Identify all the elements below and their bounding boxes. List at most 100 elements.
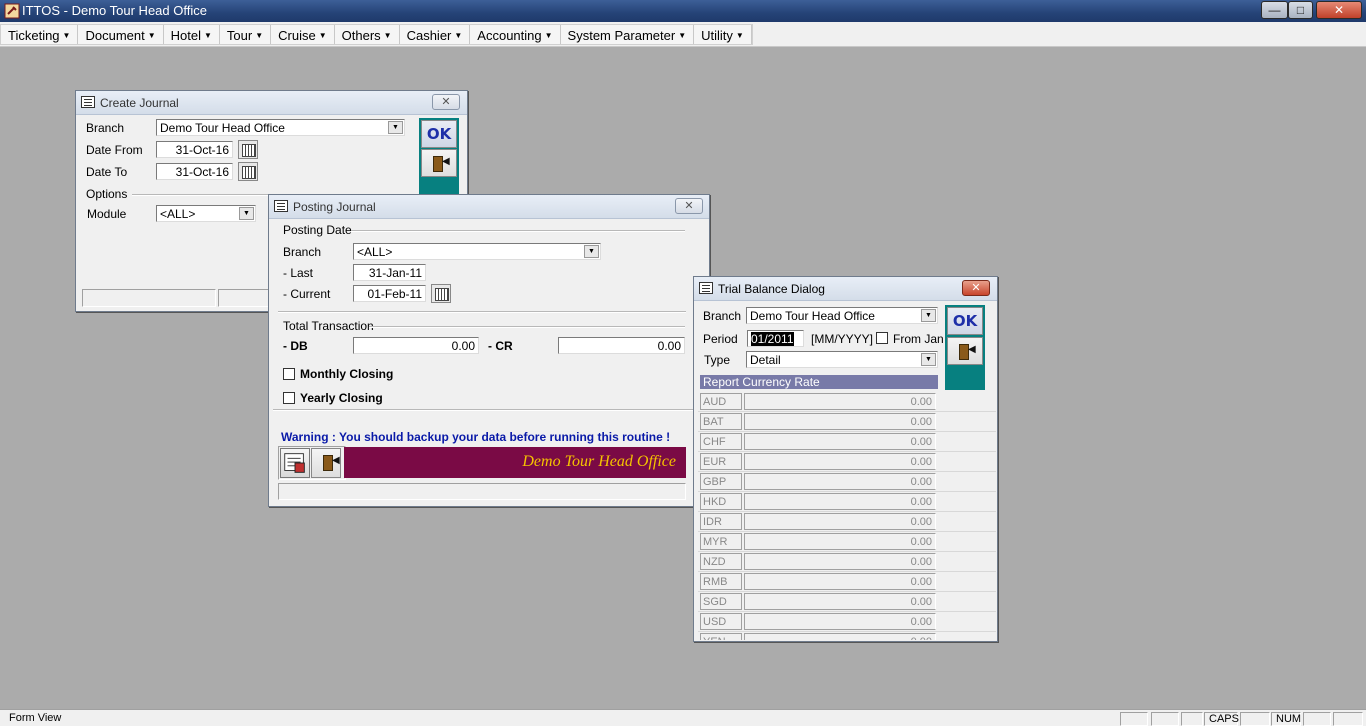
branch-combo[interactable]: Demo Tour Head Office ▼ xyxy=(746,307,938,324)
exit-button[interactable] xyxy=(421,149,457,177)
calendar-icon[interactable] xyxy=(238,162,258,181)
last-date-field[interactable]: 31-Jan-11 xyxy=(353,264,426,281)
options-label: Options xyxy=(86,187,128,201)
exit-button[interactable] xyxy=(947,337,983,365)
currency-rate-value[interactable]: 0.00 xyxy=(744,493,936,510)
currency-rate-row[interactable]: SGD 0.00 xyxy=(698,592,996,612)
cr-amount-field[interactable]: 0.00 xyxy=(558,337,685,354)
menu-item-system-parameter[interactable]: System Parameter ▼ xyxy=(561,25,695,44)
currency-rate-row[interactable]: EUR 0.00 xyxy=(698,452,996,472)
db-amount-field[interactable]: 0.00 xyxy=(353,337,479,354)
chevron-down-icon[interactable]: ▼ xyxy=(388,121,403,134)
branch-value: <ALL> xyxy=(357,245,393,259)
branch-combo[interactable]: <ALL> ▼ xyxy=(353,243,601,260)
currency-rate-value[interactable]: 0.00 xyxy=(744,633,936,640)
posting-journal-titlebar[interactable]: Posting Journal ✕ xyxy=(269,195,709,219)
posting-date-label: Posting Date xyxy=(283,223,352,237)
menu-item-accounting[interactable]: Accounting ▼ xyxy=(470,25,561,44)
currency-rate-row[interactable]: MYR 0.00 xyxy=(698,532,996,552)
menu-item-hotel[interactable]: Hotel ▼ xyxy=(164,25,220,44)
chevron-down-icon[interactable]: ▼ xyxy=(239,207,254,220)
currency-rate-value[interactable]: 0.00 xyxy=(744,513,936,530)
currency-code: SGD xyxy=(700,593,742,610)
currency-rate-value[interactable]: 0.00 xyxy=(744,613,936,630)
calendar-icon[interactable] xyxy=(431,284,451,303)
currency-rate-row[interactable]: RMB 0.00 xyxy=(698,572,996,592)
close-button[interactable]: ✕ xyxy=(1316,1,1362,19)
status-cell xyxy=(1151,712,1179,726)
type-combo[interactable]: Detail ▼ xyxy=(746,351,938,368)
date-from-field[interactable]: 31-Oct-16 xyxy=(156,141,233,158)
module-combo[interactable]: <ALL> ▼ xyxy=(156,205,256,222)
currency-rate-row[interactable]: USD 0.00 xyxy=(698,612,996,632)
yearly-closing-label: Yearly Closing xyxy=(300,391,383,405)
branch-value: Demo Tour Head Office xyxy=(160,121,285,135)
period-format-label: [MM/YYYY] xyxy=(811,332,874,346)
menu-item-ticketing[interactable]: Ticketing ▼ xyxy=(1,25,79,44)
menu-item-cruise[interactable]: Cruise ▼ xyxy=(271,25,335,44)
ok-button[interactable]: OK xyxy=(947,307,983,335)
trial-balance-close-button[interactable]: ✕ xyxy=(962,280,990,296)
menu-item-tour[interactable]: Tour ▼ xyxy=(220,25,272,44)
currency-rate-row[interactable]: IDR 0.00 xyxy=(698,512,996,532)
currency-rate-value[interactable]: 0.00 xyxy=(744,413,936,430)
chevron-down-icon[interactable]: ▼ xyxy=(921,309,936,322)
current-date-field[interactable]: 01-Feb-11 xyxy=(353,285,426,302)
db-label: - DB xyxy=(283,339,308,353)
currency-rate-value[interactable]: 0.00 xyxy=(744,473,936,490)
currency-rate-list[interactable]: AUD 0.00 BAT 0.00 CHF 0.00 EUR 0.00 GBP 0.00 HKD 0.… xyxy=(698,392,996,640)
ok-button[interactable]: OK xyxy=(421,120,457,148)
currency-rate-value[interactable]: 0.00 xyxy=(744,533,936,550)
create-journal-titlebar[interactable]: Create Journal ✕ xyxy=(76,91,467,115)
monthly-closing-checkbox[interactable] xyxy=(283,368,295,380)
period-field[interactable]: 01/2011 xyxy=(747,330,804,347)
currency-rate-value[interactable]: 0.00 xyxy=(744,433,936,450)
currency-rate-value[interactable]: 0.00 xyxy=(744,453,936,470)
app-title: ITTOS - Demo Tour Head Office xyxy=(22,3,207,18)
journal-list-icon xyxy=(284,453,305,473)
menu-item-label: System Parameter xyxy=(567,28,676,43)
trial-balance-titlebar[interactable]: Trial Balance Dialog ✕ xyxy=(694,277,997,301)
module-label: Module xyxy=(87,207,127,221)
currency-rate-value[interactable]: 0.00 xyxy=(744,393,936,410)
menu-item-others[interactable]: Others ▼ xyxy=(335,25,400,44)
currency-rate-row[interactable]: NZD 0.00 xyxy=(698,552,996,572)
create-journal-close-button[interactable]: ✕ xyxy=(432,94,460,110)
menu-item-document[interactable]: Document ▼ xyxy=(78,25,164,44)
menu-item-cashier[interactable]: Cashier ▼ xyxy=(400,25,471,44)
currency-code: USD xyxy=(700,613,742,630)
menu-item-label: Others xyxy=(341,28,381,43)
menu-item-label: Utility xyxy=(701,28,733,43)
chevron-down-icon: ▼ xyxy=(318,31,327,40)
company-banner: Demo Tour Head Office xyxy=(344,447,686,478)
currency-rate-value[interactable]: 0.00 xyxy=(744,593,936,610)
branch-combo[interactable]: Demo Tour Head Office ▼ xyxy=(156,119,405,136)
currency-rate-row[interactable]: YEN0.00 xyxy=(698,632,996,640)
yearly-closing-checkbox[interactable] xyxy=(283,392,295,404)
post-journal-button[interactable] xyxy=(280,448,310,478)
app-title-bar: ITTOS - Demo Tour Head Office — □ ✕ xyxy=(0,0,1366,22)
minimize-button[interactable]: — xyxy=(1261,1,1288,19)
from-jan-checkbox[interactable] xyxy=(876,332,888,344)
currency-rate-value[interactable]: 0.00 xyxy=(744,573,936,590)
chevron-down-icon[interactable]: ▼ xyxy=(921,353,936,366)
status-panel xyxy=(278,483,686,500)
currency-rate-row[interactable]: BAT 0.00 xyxy=(698,412,996,432)
backup-warning: Warning : You should backup your data be… xyxy=(281,430,671,444)
branch-value: Demo Tour Head Office xyxy=(750,309,875,323)
calendar-icon[interactable] xyxy=(238,140,258,159)
currency-rate-row[interactable]: GBP 0.00 xyxy=(698,472,996,492)
currency-rate-row[interactable]: CHF 0.00 xyxy=(698,432,996,452)
currency-rate-value[interactable]: 0.00 xyxy=(744,553,936,570)
section-divider xyxy=(278,311,686,313)
maximize-button[interactable]: □ xyxy=(1288,1,1313,19)
currency-rate-row[interactable]: HKD 0.00 xyxy=(698,492,996,512)
app-key-icon xyxy=(4,3,20,19)
status-cell xyxy=(1240,712,1270,726)
menu-item-utility[interactable]: Utility ▼ xyxy=(694,25,752,44)
exit-button[interactable] xyxy=(311,448,341,478)
chevron-down-icon[interactable]: ▼ xyxy=(584,245,599,258)
posting-journal-close-button[interactable]: ✕ xyxy=(675,198,703,214)
currency-rate-row[interactable]: AUD 0.00 xyxy=(698,392,996,412)
date-to-field[interactable]: 31-Oct-16 xyxy=(156,163,233,180)
